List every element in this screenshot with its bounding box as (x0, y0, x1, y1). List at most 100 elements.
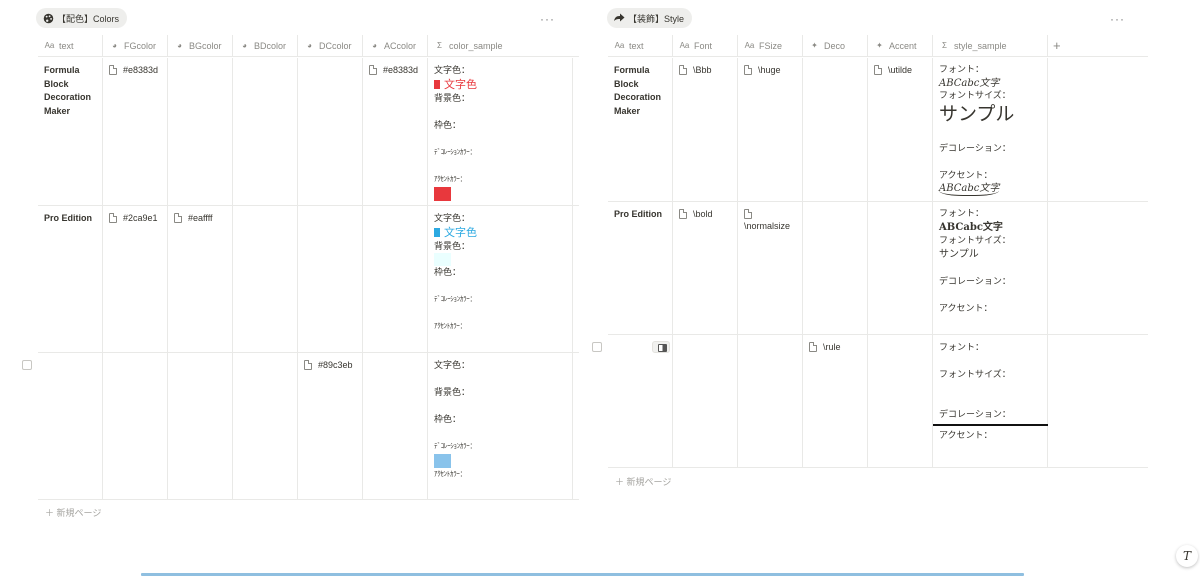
table-row[interactable]: \rule フォント： フォントサイズ： デコレーション： アクセント： (608, 335, 1148, 468)
style-db-title[interactable]: 【装飾】Style (607, 8, 693, 28)
table-row[interactable]: Formula Block Decoration Maker \Bbb \hug… (608, 58, 1148, 202)
size-sample: サンプル (939, 103, 1015, 125)
table-row[interactable]: #89c3eb 文字色： 背景色： 枠色： ﾃﾞｺﾚｰｼｮﾝｶﾗｰ： ｱｸｾﾝﾄ… (38, 353, 579, 500)
palette-icon: ◕ (177, 41, 182, 50)
fg-swatch (434, 80, 440, 89)
bdcolor-cell[interactable] (233, 58, 298, 205)
row-checkbox[interactable] (592, 342, 602, 352)
file-icon (369, 65, 377, 75)
file-icon (109, 213, 117, 223)
file-icon (304, 360, 312, 370)
fsize-cell[interactable]: \huge (738, 58, 803, 201)
bgcolor-cell[interactable] (168, 353, 233, 499)
colors-header-row: Aa text ◕ FGcolor ◕ BGcolor ◕ BDcolor ◕ DCcol… (38, 34, 579, 57)
style-db-more-button[interactable]: ··· (1110, 12, 1125, 26)
corner-floating-button[interactable]: T (1176, 545, 1198, 567)
color-sample-cell: 文字色： 文字色 背景色： 枠色： ﾃﾞｺﾚｰｼｮﾝｶﾗｰ： ｱｸｾﾝﾄｶﾗｰ： (428, 58, 573, 205)
deco-cell[interactable] (803, 202, 868, 334)
row-checkbox[interactable] (22, 360, 32, 370)
fgcolor-cell[interactable]: #e8383d (103, 58, 168, 205)
file-icon (174, 213, 182, 223)
style-new-page-button[interactable]: ＋ 新規ページ (615, 475, 671, 488)
bdcolor-cell[interactable] (233, 353, 298, 499)
accolor-cell[interactable]: #e8383d (363, 58, 428, 205)
rule-decoration (933, 423, 1048, 426)
accent-color-swatch (434, 187, 451, 201)
style-sample-cell: フォント： フォントサイズ： デコレーション： アクセント： (933, 335, 1048, 467)
colors-db-more-button[interactable]: ··· (540, 12, 555, 26)
accent-cell[interactable]: \utilde (868, 58, 933, 201)
style-db-title-text: 【装飾】Style (628, 13, 685, 24)
accolor-cell[interactable] (363, 353, 428, 499)
accolor-cell[interactable] (363, 206, 428, 352)
table-row[interactable]: Pro Edition #2ca9e1 #eaffff 文字色： 文字色 背景色… (38, 206, 579, 353)
col-header-text[interactable]: Aa text (608, 34, 673, 57)
horizontal-scrollbar[interactable] (141, 573, 1024, 576)
col-header-accent[interactable]: ✦ Accent (868, 34, 933, 57)
col-header-deco[interactable]: ✦ Deco (803, 34, 868, 57)
accent-cell[interactable] (868, 202, 933, 334)
plus-icon: ＋ (45, 508, 55, 518)
bgcolor-cell[interactable]: #eaffff (168, 206, 233, 352)
font-cell[interactable]: \bold (673, 202, 738, 334)
colors-db-title-text: 【配色】Colors (57, 13, 120, 24)
fgcolor-cell[interactable] (103, 353, 168, 499)
style-header-row: Aa text Aa Font Aa FSize ✦ Deco ✦ Accent Σsty… (608, 34, 1148, 57)
row-title[interactable]: Formula Block Decoration Maker (38, 58, 103, 205)
bdcolor-cell[interactable] (233, 206, 298, 352)
add-column-button[interactable]: + (1053, 38, 1061, 53)
palette-icon: ◕ (372, 41, 377, 50)
color-sample-cell: 文字色： 背景色： 枠色： ﾃﾞｺﾚｰｼｮﾝｶﾗｰ： ｱｸｾﾝﾄｶﾗｰ： (428, 353, 573, 499)
fgcolor-cell[interactable]: #2ca9e1 (103, 206, 168, 352)
row-title[interactable] (608, 335, 673, 467)
deco-cell[interactable]: \rule (803, 335, 868, 467)
file-icon (809, 342, 817, 352)
col-header-accolor[interactable]: ◕ ACcolor (363, 34, 428, 57)
colors-db-title[interactable]: 【配色】Colors (36, 8, 128, 28)
col-header-dccolor[interactable]: ◕ DCcolor (298, 34, 363, 57)
col-header-bgcolor[interactable]: ◕ BGcolor (168, 34, 233, 57)
table-row[interactable]: Pro Edition \bold \normalsize フォント： ABCa… (608, 202, 1148, 335)
colors-new-page-button[interactable]: ＋ 新規ページ (45, 506, 101, 519)
col-header-font[interactable]: Aa Font (673, 34, 738, 57)
font-sample: ABCabc文字 (939, 77, 1000, 89)
col-header-text[interactable]: Aa text (38, 34, 103, 57)
sigma-icon: Σ (437, 41, 442, 50)
file-icon (679, 65, 687, 75)
file-icon (109, 65, 117, 75)
accent-cell[interactable] (868, 335, 933, 467)
table-row[interactable]: Formula Block Decoration Maker #e8383d #… (38, 58, 579, 206)
font-cell[interactable]: \Bbb (673, 58, 738, 201)
row-title[interactable]: Pro Edition (608, 202, 673, 334)
plus-icon: ＋ (615, 477, 625, 487)
col-header-bdcolor[interactable]: ◕ BDcolor (233, 34, 298, 57)
empty-cell (1048, 58, 1148, 201)
col-header-fsize[interactable]: Aa FSize (738, 34, 803, 57)
deco-cell[interactable] (803, 58, 868, 201)
dccolor-cell[interactable] (298, 58, 363, 205)
bgcolor-cell[interactable] (168, 58, 233, 205)
row-title[interactable]: Formula Block Decoration Maker (608, 58, 673, 201)
file-icon (744, 65, 752, 75)
font-sample: ABCabc文字 (939, 221, 1003, 233)
header-spacer (1048, 35, 1148, 57)
palette-icon: ◕ (112, 41, 117, 50)
dccolor-cell[interactable]: #89c3eb (298, 353, 363, 499)
row-title[interactable] (38, 353, 103, 499)
font-cell[interactable] (673, 335, 738, 467)
col-header-style-sample[interactable]: Σstyle_sample (933, 34, 1048, 57)
decoration-color-swatch (434, 453, 451, 468)
row-title[interactable]: Pro Edition (38, 206, 103, 352)
file-icon (874, 65, 882, 75)
fg-sample: 文字色 (434, 226, 572, 240)
col-header-fgcolor[interactable]: ◕ FGcolor (103, 34, 168, 57)
fsize-cell[interactable] (738, 335, 803, 467)
fsize-cell[interactable]: \normalsize (738, 202, 803, 334)
dccolor-cell[interactable] (298, 206, 363, 352)
sparkle-icon: ✦ (876, 41, 883, 50)
style-sample-cell: フォント： ABCabc文字 フォントサイズ： サンプル デコレーション： アク… (933, 202, 1048, 334)
bg-color-swatch (434, 253, 451, 266)
open-as-page-icon[interactable] (652, 341, 670, 353)
style-sample-cell: フォント： ABCabc文字 フォントサイズ： サンプル デコレーション： アク… (933, 58, 1048, 201)
col-header-color-sample[interactable]: Σcolor_sample (428, 35, 573, 57)
